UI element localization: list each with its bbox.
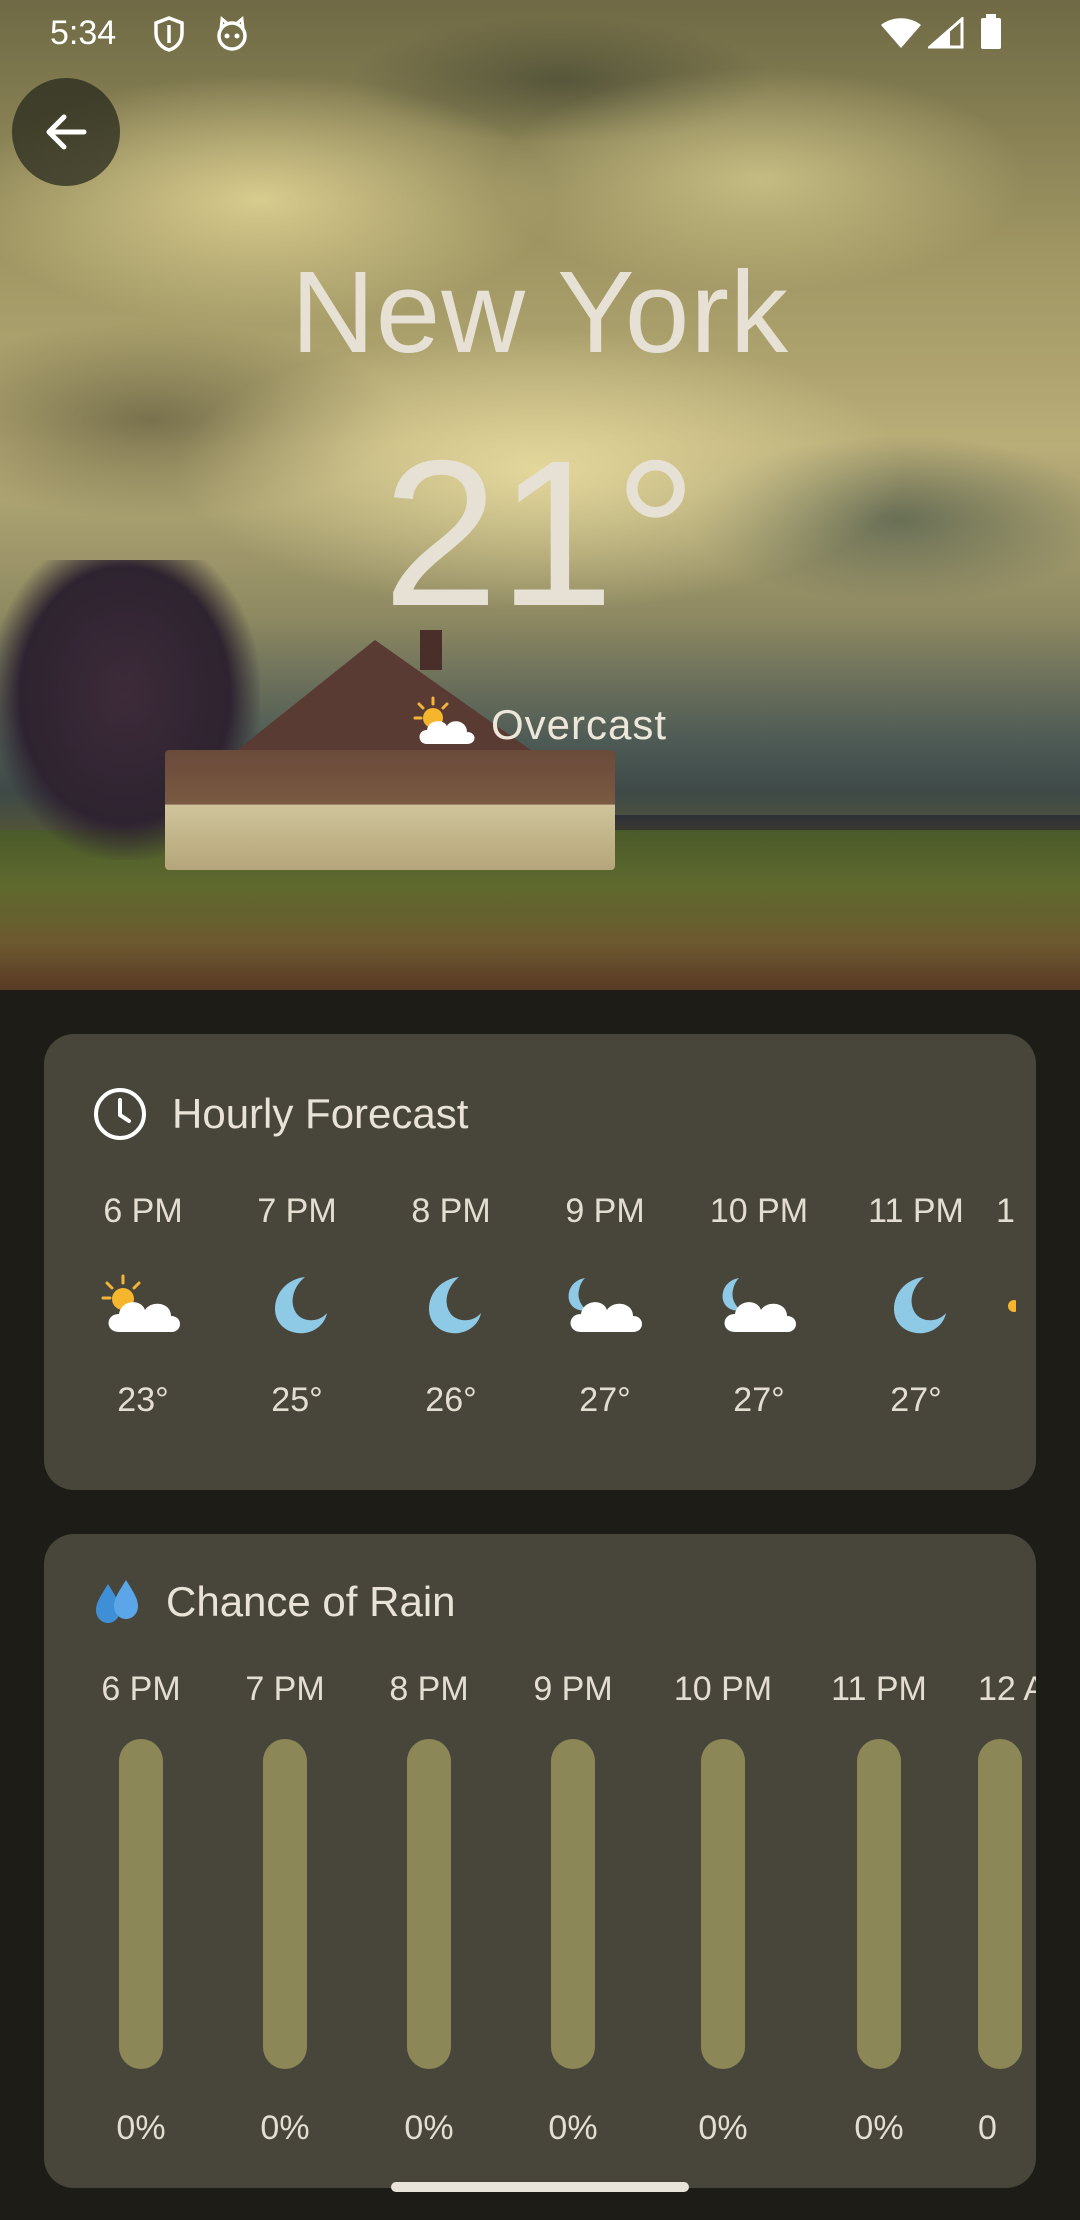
arrow-back-icon: [46, 114, 87, 150]
rain-bar: [978, 1739, 1022, 2069]
rain-item: 10 PM 0%: [648, 1670, 798, 2148]
rain-value: 0%: [698, 2109, 748, 2147]
rain-item: 6 PM 0%: [66, 1670, 216, 2148]
rain-time: 9 PM: [533, 1670, 613, 1708]
raindrops-icon: [96, 1580, 138, 1623]
back-button[interactable]: [12, 78, 120, 186]
battery-icon: [980, 14, 1002, 55]
cell-signal-icon: [926, 15, 964, 54]
house: [165, 630, 625, 870]
hour-time: 9 PM: [565, 1192, 645, 1230]
moon-cloud-icon: [684, 1265, 834, 1345]
hourly-forecast-card[interactable]: Hourly Forecast 6 PM 23° 7 PM 25° 8 PM 2…: [44, 1034, 1036, 1490]
status-time: 5:34: [50, 14, 117, 52]
city-name: New York: [290, 247, 790, 377]
rain-value: 0%: [548, 2109, 598, 2147]
wifi-icon: [880, 17, 922, 54]
rain-value: 0%: [404, 2109, 454, 2147]
current-condition: Overcast: [0, 696, 1080, 753]
shield-icon: [153, 16, 185, 57]
hourly-forecast-header: Hourly Forecast: [92, 1086, 468, 1142]
hour-temp: 27°: [733, 1381, 785, 1419]
rain-value: 0%: [260, 2109, 310, 2147]
home-indicator[interactable]: [391, 2182, 689, 2192]
chance-of-rain-header: Chance of Rain: [92, 1578, 456, 1626]
moon-icon: [376, 1265, 526, 1345]
hour-item: 7 PM 25°: [222, 1192, 372, 1420]
hour-time: 6 PM: [103, 1192, 183, 1230]
hour-item: 1: [996, 1192, 1036, 1381]
hourly-forecast-title: Hourly Forecast: [172, 1090, 469, 1137]
house-body: [165, 750, 615, 870]
hour-item: 10 PM 27°: [684, 1192, 834, 1420]
hour-time: 10 PM: [709, 1192, 809, 1230]
hour-time: 1: [996, 1192, 1015, 1230]
current-temperature: 21°: [382, 418, 698, 650]
rain-bar: [407, 1739, 451, 2069]
hour-item: 11 PM 27°: [841, 1192, 991, 1420]
rain-bar: [119, 1739, 163, 2069]
clock-icon: [94, 1088, 146, 1140]
chance-of-rain-title: Chance of Rain: [166, 1578, 456, 1625]
sun-cloud-icon: [68, 1265, 218, 1345]
rain-value: 0%: [116, 2109, 166, 2147]
hour-temp: 26°: [425, 1381, 477, 1419]
rain-time: 12 A: [978, 1670, 1036, 1708]
cat-icon: [214, 16, 250, 57]
rain-value: 0%: [854, 2109, 904, 2147]
rain-time: 8 PM: [389, 1670, 469, 1708]
hour-time: 11 PM: [868, 1192, 964, 1230]
rain-time: 7 PM: [245, 1670, 325, 1708]
rain-time: 6 PM: [101, 1670, 181, 1708]
rain-item: 8 PM 0%: [354, 1670, 504, 2148]
rain-bar: [551, 1739, 595, 2069]
rain-item: 7 PM 0%: [210, 1670, 360, 2148]
rain-bar: [857, 1739, 901, 2069]
chance-of-rain-card[interactable]: Chance of Rain 6 PM 0% 7 PM 0% 8 PM 0% 9…: [44, 1534, 1036, 2188]
rain-item: 11 PM 0%: [804, 1670, 954, 2148]
rain-item: 12 A 0: [978, 1670, 1036, 2148]
hour-item: 9 PM 27°: [530, 1192, 680, 1420]
hour-time: 8 PM: [411, 1192, 491, 1230]
sun-cloud-icon: [413, 696, 479, 753]
moon-cloud-icon: [530, 1265, 680, 1345]
hour-temp: 27°: [890, 1381, 942, 1419]
hour-item: 6 PM 23°: [68, 1192, 218, 1420]
hour-item: 8 PM 26°: [376, 1192, 526, 1420]
moon-icon: [222, 1265, 372, 1345]
sun-icon: [996, 1265, 1036, 1345]
rain-bar: [701, 1739, 745, 2069]
rain-time: 10 PM: [673, 1670, 773, 1708]
rain-bar: [263, 1739, 307, 2069]
rain-item: 9 PM 0%: [498, 1670, 648, 2148]
hour-temp: 23°: [117, 1381, 169, 1419]
hour-temp: 25°: [271, 1381, 323, 1419]
condition-label: Overcast: [490, 700, 668, 748]
hour-temp: 27°: [579, 1381, 631, 1419]
hour-time: 7 PM: [257, 1192, 337, 1230]
moon-icon: [841, 1265, 991, 1345]
rain-value: 0: [978, 2109, 997, 2147]
rain-time: 11 PM: [831, 1670, 927, 1708]
status-bar: 5:34: [0, 0, 1080, 66]
